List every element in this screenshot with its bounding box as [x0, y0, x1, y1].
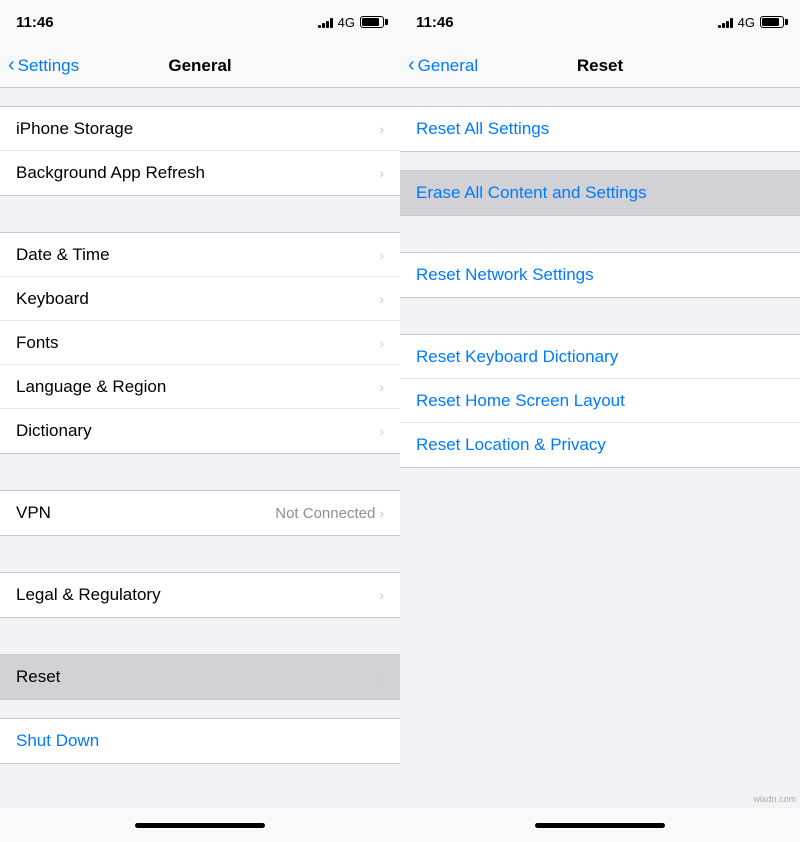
back-button-right[interactable]: ‹ General — [408, 56, 478, 76]
vpn-value: Not Connected — [275, 505, 375, 522]
chevron-language-region: › — [379, 379, 384, 395]
section-reset: Reset › — [0, 654, 400, 700]
label-shutdown: Shut Down — [16, 731, 99, 751]
battery-icon-right — [760, 16, 784, 28]
right-keyboard: › — [379, 291, 384, 307]
back-chevron-left: ‹ — [8, 55, 15, 75]
right-fonts: › — [379, 335, 384, 351]
chevron-fonts: › — [379, 335, 384, 351]
label-reset-location-privacy: Reset Location & Privacy — [416, 435, 606, 455]
list-item-dictionary[interactable]: Dictionary › — [0, 409, 400, 453]
signal-icon-right — [718, 16, 733, 28]
label-reset-keyboard-dict: Reset Keyboard Dictionary — [416, 347, 618, 367]
list-item-language-region[interactable]: Language & Region › — [0, 365, 400, 409]
back-label-left: Settings — [18, 56, 79, 76]
label-dictionary: Dictionary — [16, 421, 92, 441]
label-reset-all-settings: Reset All Settings — [416, 119, 549, 139]
chevron-iphone-storage: › — [379, 121, 384, 137]
right-vpn: Not Connected › — [275, 505, 384, 522]
home-indicator-left — [0, 808, 400, 842]
list-item-background-refresh[interactable]: Background App Refresh › — [0, 151, 400, 195]
list-item-reset-keyboard-dict[interactable]: Reset Keyboard Dictionary — [400, 335, 800, 379]
time-left: 11:46 — [16, 14, 54, 31]
label-background-refresh: Background App Refresh — [16, 163, 205, 183]
signal-icon-left — [318, 16, 333, 28]
label-reset: Reset — [16, 667, 60, 687]
right-reset: › — [379, 669, 384, 685]
list-item-reset-network[interactable]: Reset Network Settings — [400, 253, 800, 297]
label-iphone-storage: iPhone Storage — [16, 119, 133, 139]
label-reset-home-screen: Reset Home Screen Layout — [416, 391, 625, 411]
content-right: Reset All Settings Erase All Content and… — [400, 88, 800, 808]
list-item-date-time[interactable]: Date & Time › — [0, 233, 400, 277]
right-legal: › — [379, 587, 384, 603]
right-panel: 11:46 4G ‹ General Reset Reset All — [400, 0, 800, 842]
content-left: iPhone Storage › Background App Refresh … — [0, 88, 400, 808]
back-button-left[interactable]: ‹ Settings — [8, 56, 79, 76]
section-locale: Date & Time › Keyboard › Fonts › Languag… — [0, 232, 400, 454]
list-item-keyboard[interactable]: Keyboard › — [0, 277, 400, 321]
list-item-reset[interactable]: Reset › — [0, 655, 400, 699]
status-bar-left: 11:46 4G — [0, 0, 400, 44]
section-reset-other: Reset Keyboard Dictionary Reset Home Scr… — [400, 334, 800, 468]
label-date-time: Date & Time — [16, 245, 110, 265]
chevron-keyboard: › — [379, 291, 384, 307]
label-keyboard: Keyboard — [16, 289, 89, 309]
list-item-reset-home-screen[interactable]: Reset Home Screen Layout — [400, 379, 800, 423]
section-reset-all-settings: Reset All Settings — [400, 106, 800, 152]
list-item-shutdown[interactable]: Shut Down — [0, 719, 400, 763]
right-dictionary: › — [379, 423, 384, 439]
right-iphone-storage: › — [379, 121, 384, 137]
chevron-dictionary: › — [379, 423, 384, 439]
list-item-reset-all-settings[interactable]: Reset All Settings — [400, 107, 800, 151]
battery-icon-left — [360, 16, 384, 28]
status-icons-right: 4G — [718, 15, 784, 30]
label-legal: Legal & Regulatory — [16, 585, 161, 605]
section-storage: iPhone Storage › Background App Refresh … — [0, 106, 400, 196]
right-background-refresh: › — [379, 165, 384, 181]
home-indicator-right — [400, 808, 800, 842]
chevron-legal: › — [379, 587, 384, 603]
list-item-reset-location-privacy[interactable]: Reset Location & Privacy — [400, 423, 800, 467]
label-fonts: Fonts — [16, 333, 59, 353]
left-panel: 11:46 4G ‹ Settings General iPhone — [0, 0, 400, 842]
nav-bar-left: ‹ Settings General — [0, 44, 400, 88]
nav-bar-right: ‹ General Reset — [400, 44, 800, 88]
list-item-fonts[interactable]: Fonts › — [0, 321, 400, 365]
nav-title-left: General — [168, 56, 231, 76]
label-language-region: Language & Region — [16, 377, 166, 397]
home-bar-left — [135, 823, 265, 828]
list-item-vpn[interactable]: VPN Not Connected › — [0, 491, 400, 535]
chevron-date-time: › — [379, 247, 384, 263]
status-icons-left: 4G — [318, 15, 384, 30]
section-vpn: VPN Not Connected › — [0, 490, 400, 536]
section-reset-network: Reset Network Settings — [400, 252, 800, 298]
section-shutdown: Shut Down — [0, 718, 400, 764]
list-item-erase-all[interactable]: Erase All Content and Settings — [400, 171, 800, 215]
watermark: wixdn.com — [753, 794, 796, 804]
chevron-reset: › — [379, 669, 384, 685]
back-label-right: General — [418, 56, 478, 76]
back-chevron-right: ‹ — [408, 55, 415, 75]
list-item-legal[interactable]: Legal & Regulatory › — [0, 573, 400, 617]
right-language-region: › — [379, 379, 384, 395]
time-right: 11:46 — [416, 14, 454, 31]
chevron-vpn: › — [379, 505, 384, 521]
section-legal: Legal & Regulatory › — [0, 572, 400, 618]
network-left: 4G — [338, 15, 355, 30]
status-bar-right: 11:46 4G — [400, 0, 800, 44]
network-right: 4G — [738, 15, 755, 30]
section-erase-all: Erase All Content and Settings — [400, 170, 800, 216]
label-reset-network: Reset Network Settings — [416, 265, 594, 285]
right-date-time: › — [379, 247, 384, 263]
chevron-background-refresh: › — [379, 165, 384, 181]
label-erase-all: Erase All Content and Settings — [416, 183, 647, 203]
home-bar-right — [535, 823, 665, 828]
nav-title-right: Reset — [577, 56, 623, 76]
label-vpn: VPN — [16, 503, 51, 523]
list-item-iphone-storage[interactable]: iPhone Storage › — [0, 107, 400, 151]
